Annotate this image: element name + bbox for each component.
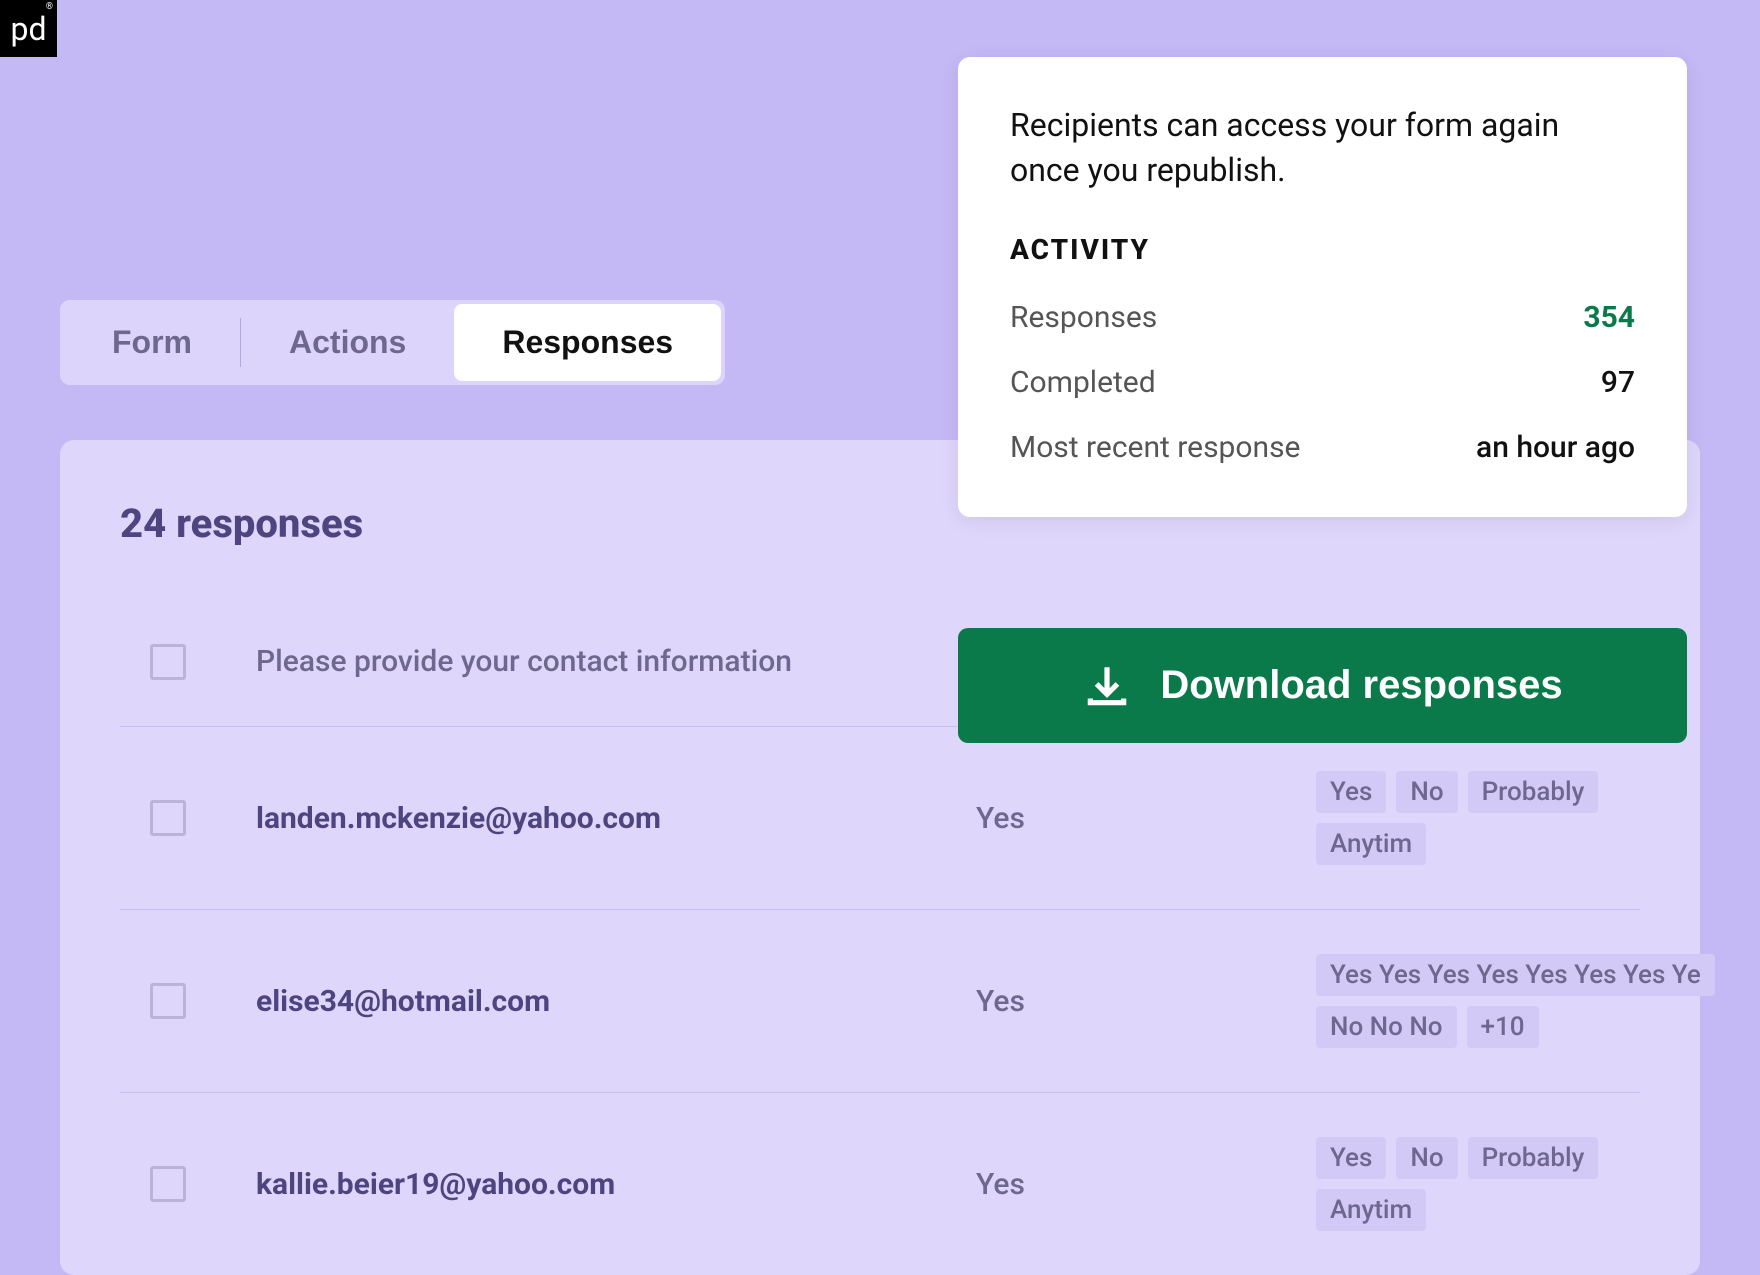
tag: Yes Yes Yes Yes Yes Yes Yes Ye	[1316, 954, 1715, 996]
stat-recent: Most recent response an hour ago	[1010, 430, 1635, 465]
row-tags: Yes Yes Yes Yes Yes Yes Yes Ye No No No …	[1316, 954, 1715, 1048]
stat-label: Completed	[1010, 365, 1156, 400]
tab-actions[interactable]: Actions	[241, 304, 454, 381]
stat-value: 97	[1601, 365, 1635, 400]
activity-heading: ACTIVITY	[1010, 233, 1635, 266]
tag: Anytim	[1316, 1189, 1426, 1231]
stat-label: Most recent response	[1010, 430, 1300, 465]
tag: Anytim	[1316, 823, 1426, 865]
tag: Probably	[1468, 771, 1599, 813]
stat-value: an hour ago	[1476, 430, 1635, 465]
row-tags: Yes No Probably Anytim	[1316, 771, 1640, 865]
row-checkbox[interactable]	[150, 800, 186, 836]
download-responses-button[interactable]: Download responses	[958, 628, 1687, 743]
tag: Yes	[1316, 771, 1386, 813]
download-icon	[1082, 661, 1132, 711]
tag: Yes	[1316, 1137, 1386, 1179]
stat-responses: Responses 354	[1010, 300, 1635, 335]
select-all-checkbox[interactable]	[150, 644, 186, 680]
table-row: kallie.beier19@yahoo.com Yes Yes No Prob…	[120, 1093, 1640, 1275]
download-button-label: Download responses	[1160, 663, 1562, 708]
column-header-contact: Please provide your contact information	[256, 644, 792, 679]
stat-completed: Completed 97	[1010, 365, 1635, 400]
row-email: kallie.beier19@yahoo.com	[256, 1167, 976, 1202]
row-tags: Yes No Probably Anytim	[1316, 1137, 1640, 1231]
row-email: landen.mckenzie@yahoo.com	[256, 801, 976, 836]
activity-card: Recipients can access your form again on…	[958, 57, 1687, 517]
row-answer: Yes	[976, 1167, 1316, 1202]
row-answer: Yes	[976, 801, 1316, 836]
row-email: elise34@hotmail.com	[256, 984, 976, 1019]
tabs-bar: Form Actions Responses	[60, 300, 725, 385]
tag: +10	[1467, 1006, 1539, 1048]
stat-label: Responses	[1010, 300, 1157, 335]
tag: No No No	[1316, 1006, 1457, 1048]
activity-description: Recipients can access your form again on…	[1010, 103, 1635, 193]
tag: No	[1396, 1137, 1457, 1179]
row-checkbox[interactable]	[150, 983, 186, 1019]
tab-responses[interactable]: Responses	[454, 304, 721, 381]
table-row: elise34@hotmail.com Yes Yes Yes Yes Yes …	[120, 910, 1640, 1093]
table-row: landen.mckenzie@yahoo.com Yes Yes No Pro…	[120, 727, 1640, 910]
responses-panel: 24 responses Please provide your contact…	[60, 440, 1700, 1275]
row-answer: Yes	[976, 984, 1316, 1019]
tag: Probably	[1468, 1137, 1599, 1179]
tab-form[interactable]: Form	[64, 304, 240, 381]
stat-value: 354	[1583, 300, 1635, 335]
row-checkbox[interactable]	[150, 1166, 186, 1202]
tag: No	[1396, 771, 1457, 813]
